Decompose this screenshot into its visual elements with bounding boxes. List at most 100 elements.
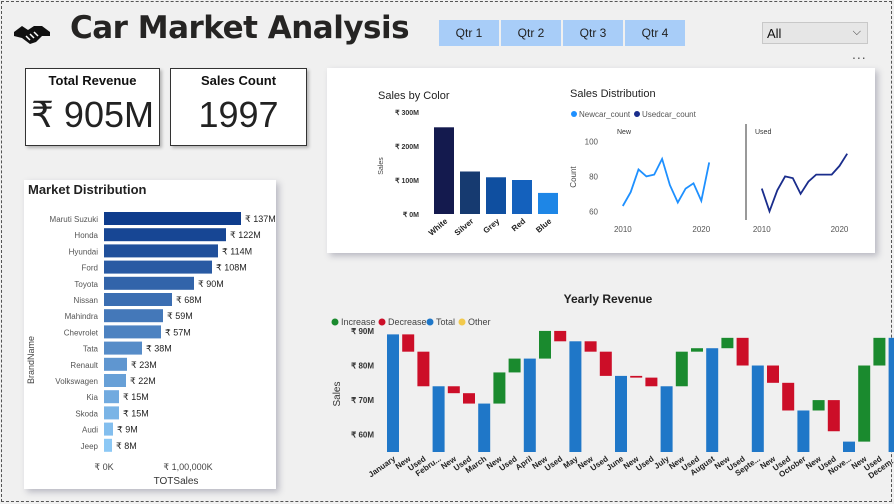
legend-newcar-label: Newcar_count bbox=[579, 110, 631, 119]
yearly-bar-16-decrease[interactable] bbox=[630, 375, 643, 378]
yearly-bar-6-total[interactable] bbox=[478, 403, 491, 452]
market-value-label-tata: ₹ 38M bbox=[146, 344, 172, 354]
legend-other-marker bbox=[458, 318, 466, 326]
market-bar-maruti-suzuki[interactable] bbox=[104, 212, 241, 225]
market-category-label-mahindra: Mahindra bbox=[65, 312, 99, 321]
yearly-bar-4-decrease[interactable] bbox=[447, 386, 460, 394]
yearly-bar-18-total[interactable] bbox=[660, 386, 673, 452]
yearly-bar-24-total[interactable] bbox=[751, 365, 764, 452]
yearly-bar-10-increase[interactable] bbox=[539, 330, 551, 359]
legend-decrease-label: Decrease bbox=[388, 317, 427, 327]
legend-newcar-marker bbox=[571, 111, 577, 117]
market-bar-ford[interactable] bbox=[104, 260, 212, 274]
market-value-label-kia: ₹ 15M bbox=[123, 392, 149, 402]
color-category-label-grey: Grey bbox=[482, 216, 502, 235]
dist-y-axis-label: Count bbox=[569, 166, 578, 188]
market-x-tick-1: ₹ 1,00,000K bbox=[163, 462, 212, 472]
market-value-label-ford: ₹ 108M bbox=[216, 263, 247, 273]
yearly-bar-9-total[interactable] bbox=[523, 358, 536, 452]
yearly-bar-15-total[interactable] bbox=[615, 375, 627, 452]
dist-line-newcar-count[interactable] bbox=[622, 156, 711, 207]
color-category-label-blue: Blue bbox=[534, 216, 553, 234]
market-category-label-volkswagen: Volkswagen bbox=[55, 377, 98, 386]
yearly-bar-7-increase[interactable] bbox=[493, 372, 506, 404]
market-bar-nissan[interactable] bbox=[104, 293, 172, 306]
dist-x-tick-1-2010: 2010 bbox=[753, 225, 771, 234]
handshake-icon bbox=[14, 26, 50, 44]
yearly-y-axis-label: Sales bbox=[332, 381, 343, 406]
total-revenue-label: Total Revenue bbox=[48, 73, 137, 88]
market-value-label-audi: ₹ 9M bbox=[117, 425, 138, 435]
market-bar-audi[interactable] bbox=[104, 422, 113, 436]
yearly-bar-31-increase[interactable] bbox=[858, 365, 871, 442]
yearly-bar-3-total[interactable] bbox=[432, 386, 445, 452]
color-bar-blue[interactable] bbox=[538, 192, 558, 214]
market-x-axis-label: TOTSales bbox=[154, 476, 199, 487]
market-distribution-chart: BrandName ₹ 0K ₹ 1,00,000K TOTSales Maru… bbox=[26, 212, 276, 487]
yearly-bar-27-total[interactable] bbox=[797, 410, 810, 452]
market-bar-skoda[interactable] bbox=[104, 406, 119, 420]
filter-dropdown[interactable]: All ⌵ bbox=[762, 22, 868, 44]
market-bar-kia[interactable] bbox=[104, 390, 119, 404]
yearly-bar-32-increase[interactable] bbox=[873, 337, 886, 366]
market-category-label-skoda: Skoda bbox=[75, 409, 98, 418]
yearly-bar-23-decrease[interactable] bbox=[736, 337, 749, 366]
qtr-4-button[interactable]: Qtr 4 bbox=[625, 20, 685, 46]
color-bar-silver[interactable] bbox=[460, 171, 480, 215]
color-category-label-white: White bbox=[427, 216, 450, 237]
market-category-label-tata: Tata bbox=[83, 345, 99, 354]
market-category-label-toyota: Toyota bbox=[74, 280, 98, 289]
market-bar-honda[interactable] bbox=[104, 228, 226, 242]
yearly-bar-20-increase[interactable] bbox=[691, 348, 703, 352]
dist-line-usedcar-count[interactable] bbox=[760, 153, 848, 214]
dist-x-tick-0-2020: 2020 bbox=[692, 225, 710, 234]
more-options-icon[interactable]: ... bbox=[852, 46, 867, 62]
yearly-bar-25-decrease[interactable] bbox=[767, 365, 779, 383]
yearly-bar-22-increase[interactable] bbox=[721, 337, 734, 349]
yearly-bar-12-total[interactable] bbox=[569, 341, 582, 452]
yearly-bar-26-decrease[interactable] bbox=[782, 382, 795, 411]
market-bar-jeep[interactable] bbox=[104, 438, 112, 452]
yearly-bar-0-total[interactable] bbox=[387, 334, 399, 452]
market-bar-mahindra[interactable] bbox=[104, 309, 163, 323]
sales-distribution-title: Sales Distribution bbox=[570, 88, 656, 100]
yearly-bar-17-decrease[interactable] bbox=[645, 377, 658, 387]
sales-charts: Sales by Color Sales Sales Distribution … bbox=[378, 88, 849, 238]
yearly-bar-5-decrease[interactable] bbox=[463, 393, 475, 404]
yearly-y-tick-70: ₹ 70M bbox=[351, 396, 374, 405]
qtr-2-button[interactable]: Qtr 2 bbox=[501, 20, 561, 46]
chevron-down-icon: ⌵ bbox=[852, 26, 861, 38]
market-bar-tata[interactable] bbox=[104, 341, 142, 355]
dist-panel-new-label: New bbox=[617, 129, 632, 136]
yearly-bar-13-decrease[interactable] bbox=[584, 341, 597, 352]
market-bar-hyundai[interactable] bbox=[104, 244, 218, 258]
yearly-bar-1-decrease[interactable] bbox=[402, 334, 415, 352]
yearly-bar-29-decrease[interactable] bbox=[827, 400, 840, 432]
market-category-label-honda: Honda bbox=[74, 231, 98, 240]
yearly-bar-21-total[interactable] bbox=[706, 348, 719, 452]
legend-total-label: Total bbox=[436, 317, 455, 327]
qtr-3-button[interactable]: Qtr 3 bbox=[563, 20, 623, 46]
yearly-bar-28-increase[interactable] bbox=[812, 400, 825, 411]
market-bar-toyota[interactable] bbox=[104, 276, 194, 290]
yearly-bar-14-decrease[interactable] bbox=[599, 351, 612, 376]
yearly-bar-19-increase[interactable] bbox=[675, 351, 688, 387]
yearly-bar-2-decrease[interactable] bbox=[417, 351, 430, 387]
market-category-label-maruti-suzuki: Maruti Suzuki bbox=[50, 215, 99, 224]
qtr-1-button[interactable]: Qtr 1 bbox=[439, 20, 499, 46]
market-bar-chevrolet[interactable] bbox=[104, 325, 161, 339]
page-title: Car Market Analysis bbox=[70, 10, 410, 46]
yearly-bar-8-increase[interactable] bbox=[508, 358, 521, 373]
yearly-bar-11-decrease[interactable] bbox=[554, 330, 567, 342]
market-value-label-toyota: ₹ 90M bbox=[198, 279, 224, 289]
market-bar-volkswagen[interactable] bbox=[104, 374, 126, 387]
yearly-bar-33-total[interactable] bbox=[888, 337, 894, 452]
market-y-axis-label: BrandName bbox=[26, 336, 36, 384]
color-bar-grey[interactable] bbox=[486, 177, 506, 214]
yearly-bar-30-total[interactable] bbox=[843, 441, 855, 452]
market-bar-renault[interactable] bbox=[104, 357, 127, 371]
color-bar-white[interactable] bbox=[434, 127, 454, 214]
color-bar-red[interactable] bbox=[512, 180, 532, 214]
market-value-label-renault: ₹ 23M bbox=[131, 360, 157, 370]
color-category-label-red: Red bbox=[510, 217, 527, 234]
